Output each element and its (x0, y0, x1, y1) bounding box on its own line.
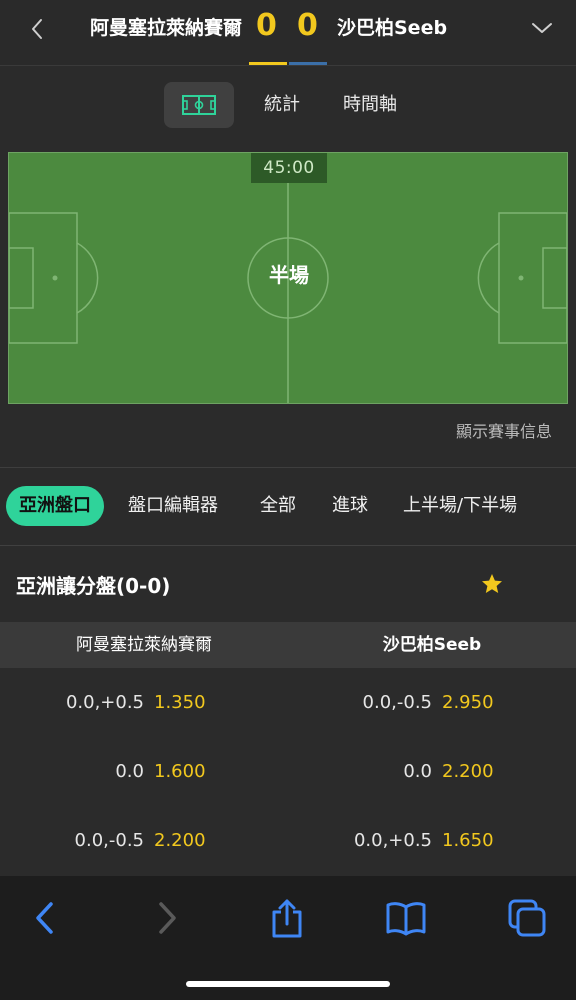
tab-stats[interactable]: 統計 (264, 92, 300, 118)
star-icon (482, 574, 502, 593)
away-odds-button[interactable]: 2.950 (442, 680, 494, 726)
browser-back-button[interactable] (22, 896, 66, 940)
match-status: 半場 (269, 263, 309, 287)
divider (0, 467, 576, 468)
divider (0, 545, 576, 546)
favorite-star-icon[interactable] (480, 572, 504, 596)
home-handicap-line: 0.0,+0.5 (65, 692, 144, 713)
home-team-name: 阿曼塞拉萊納賽爾 (89, 17, 242, 39)
home-score: 0 (256, 8, 277, 43)
tab-market-editor[interactable]: 盤口編輯器 (128, 486, 218, 526)
chevron-down-icon (532, 23, 552, 33)
chevron-left-icon (32, 19, 42, 39)
pitch-icon (182, 95, 216, 115)
away-team-color-bar (289, 62, 327, 65)
home-indicator[interactable] (186, 981, 390, 987)
tab-asian-handicap[interactable]: 亞洲盤口 (6, 486, 104, 526)
column-away-team: 沙巴柏Seeb (382, 635, 482, 655)
back-button[interactable] (22, 14, 52, 44)
home-odds-button[interactable]: 1.600 (154, 749, 206, 795)
away-handicap-line: 0.0,+0.5 (353, 830, 432, 851)
match-header: 阿曼塞拉萊納賽爾 0 0 沙巴柏Seeb (0, 0, 576, 66)
tab-pitch[interactable] (164, 82, 234, 128)
home-odds-button[interactable]: 2.200 (154, 818, 206, 864)
away-odds-button[interactable]: 2.200 (442, 749, 494, 795)
view-tabs: 統計 時間軸 (0, 82, 576, 130)
tab-goals[interactable]: 進球 (332, 486, 368, 526)
away-odds-button[interactable]: 1.650 (442, 818, 494, 864)
bookmarks-button[interactable] (384, 896, 428, 940)
tab-all[interactable]: 全部 (260, 486, 296, 526)
market-title: 亞洲讓分盤(0-0) (16, 574, 171, 598)
odds-row: 0.0,+0.5 1.350 0.0,-0.5 2.950 (0, 680, 576, 726)
home-handicap-line: 0.0,-0.5 (74, 830, 144, 851)
match-pitch: 45:00 半場 (8, 152, 568, 404)
share-button[interactable] (265, 896, 309, 940)
home-odds-button[interactable]: 1.350 (154, 680, 206, 726)
show-match-info-link[interactable]: 顯示賽事信息 (456, 420, 552, 444)
tab-timeline[interactable]: 時間軸 (343, 92, 397, 118)
expand-button[interactable] (527, 13, 557, 43)
odds-row: 0.0 1.600 0.0 2.200 (0, 749, 576, 795)
tab-halves[interactable]: 上半場/下半場 (403, 486, 517, 526)
match-clock: 45:00 (251, 153, 327, 183)
back-icon (36, 902, 53, 934)
browser-forward-button[interactable] (146, 896, 190, 940)
away-score: 0 (297, 8, 318, 43)
tabs-button[interactable] (505, 896, 549, 940)
away-team-name: 沙巴柏Seeb (337, 17, 448, 39)
odds-row: 0.0,-0.5 2.200 0.0,+0.5 1.650 (0, 818, 576, 864)
home-handicap-line: 0.0 (115, 761, 144, 782)
home-team-color-bar (249, 62, 287, 65)
forward-icon (159, 902, 176, 934)
away-handicap-line: 0.0 (403, 761, 432, 782)
share-icon (272, 899, 302, 938)
bookmarks-icon (386, 902, 426, 936)
tabs-icon (508, 899, 546, 937)
market-tabs: 亞洲盤口 盤口編輯器 全部 進球 上半場/下半場 (0, 486, 576, 528)
away-handicap-line: 0.0,-0.5 (362, 692, 432, 713)
odds-column-header: 阿曼塞拉萊納賽爾 沙巴柏Seeb (0, 622, 576, 668)
column-home-team: 阿曼塞拉萊納賽爾 (76, 635, 212, 655)
